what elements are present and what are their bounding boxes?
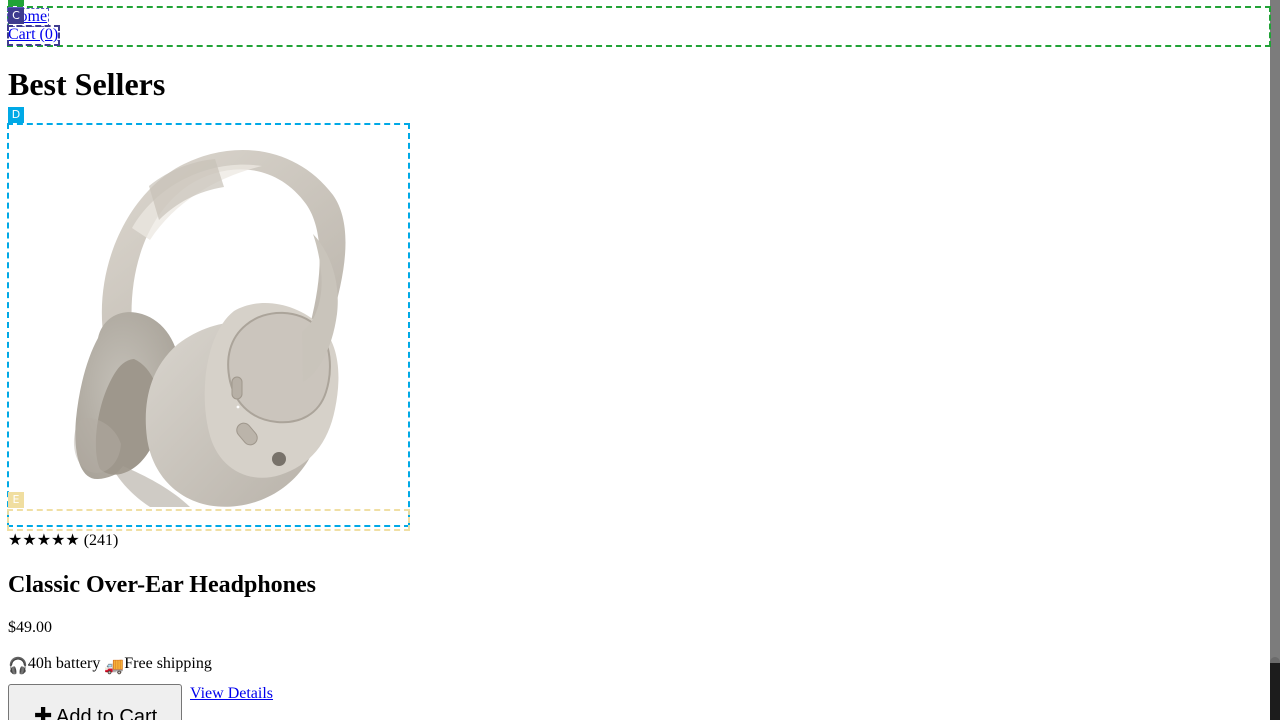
page-title: Best Sellers	[8, 66, 166, 102]
add-to-cart-button[interactable]: ✚ Add to Cart	[8, 684, 182, 720]
shipping-feature-text: Free shipping	[124, 655, 212, 672]
headphones-icon: 🎧	[8, 658, 28, 675]
nav-region-outline	[7, 6, 1271, 47]
rating-row: ★★★★★ (241)	[8, 529, 118, 553]
cart-link-outline	[7, 25, 60, 46]
image-overlay-outline	[7, 509, 410, 531]
product-price: $49.00	[8, 619, 52, 636]
delivery-truck-icon: 🚚	[104, 658, 125, 675]
product-card-marker: D	[8, 107, 24, 123]
product-title: Classic Over-Ear Headphones	[8, 572, 317, 598]
nav-region-marker	[8, 0, 24, 6]
scrollbar-thumb[interactable]	[1270, 663, 1280, 720]
plus-icon: ✚	[34, 703, 53, 720]
feature-row: 🎧40h battery 🚚Free shipping	[8, 652, 212, 679]
star-rating: ★★★★★	[8, 532, 80, 549]
image-overlay-marker: E	[8, 492, 24, 508]
cart-link-marker: C	[8, 8, 24, 24]
add-to-cart-label: Add to Cart	[56, 706, 158, 720]
view-details-link[interactable]: View Details	[190, 684, 273, 704]
add-to-cart-button-content: ✚ Add to Cart	[34, 705, 157, 720]
review-count: (241)	[83, 532, 119, 549]
vertical-scrollbar[interactable]	[1270, 0, 1280, 720]
battery-feature-text: 40h battery	[27, 655, 101, 672]
page-root: Home Cart (0) C Best Sellers D E ★★★★★ (…	[0, 0, 1280, 720]
product-card-outline	[7, 123, 410, 527]
